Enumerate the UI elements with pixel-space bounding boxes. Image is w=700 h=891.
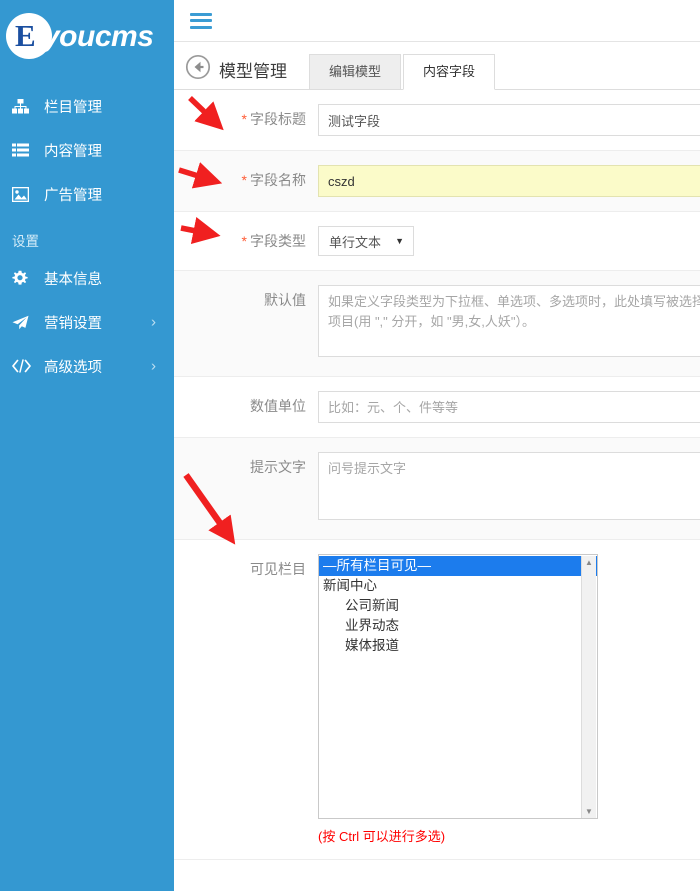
logo-letter: E bbox=[15, 18, 36, 53]
label-unit: 数值单位 bbox=[174, 391, 318, 418]
field-form: *字段标题 *字段名称 *字段类型 bbox=[174, 90, 700, 891]
send-icon bbox=[12, 315, 38, 330]
sidebar: E youcms 栏目管理 内容管理 广告管理 设置 基本信息 营销设置 › 高… bbox=[0, 0, 174, 891]
form-row-unit: 数值单位 bbox=[174, 377, 700, 438]
field-type-select[interactable]: 单行文本 ▼ bbox=[318, 226, 414, 256]
field-wrap bbox=[318, 165, 700, 197]
scroll-up-icon[interactable]: ▲ bbox=[585, 556, 593, 570]
sidebar-item-basic-info[interactable]: 基本信息 bbox=[0, 256, 174, 300]
field-wrap bbox=[318, 285, 700, 362]
required-asterisk: * bbox=[241, 172, 247, 188]
chevron-down-icon: ▼ bbox=[395, 236, 404, 246]
label-text: 字段类型 bbox=[250, 233, 306, 249]
required-asterisk: * bbox=[241, 111, 247, 127]
sidebar-item-label: 内容管理 bbox=[44, 143, 102, 160]
topbar bbox=[174, 0, 700, 42]
list-item[interactable]: 业界动态 bbox=[319, 616, 597, 636]
field-name-input[interactable] bbox=[318, 165, 700, 197]
tabs: 编辑模型 内容字段 bbox=[309, 54, 496, 90]
tip-text-textarea[interactable] bbox=[318, 452, 700, 520]
form-row-default-value: 默认值 bbox=[174, 271, 700, 377]
sidebar-item-advanced[interactable]: 高级选项 › bbox=[0, 344, 174, 388]
form-row-tip-text: 提示文字 bbox=[174, 438, 700, 540]
chevron-right-icon: › bbox=[151, 313, 156, 331]
form-row-field-name: * 字段名称 bbox=[174, 151, 700, 212]
visible-columns-listbox[interactable]: —所有栏目可见— 新闻中心 公司新闻 业界动态 媒体报道 ▲ ▼ bbox=[318, 554, 598, 819]
sidebar-item-label: 栏目管理 bbox=[44, 99, 102, 116]
tab-content-fields[interactable]: 内容字段 bbox=[403, 54, 496, 90]
sidebar-item-label: 高级选项 bbox=[44, 359, 102, 376]
code-icon bbox=[12, 359, 38, 373]
label-text: 默认值 bbox=[264, 292, 306, 308]
scroll-down-icon[interactable]: ▼ bbox=[585, 805, 593, 818]
sidebar-item-label: 广告管理 bbox=[44, 187, 102, 204]
field-type-selected-value: 单行文本 bbox=[329, 234, 382, 250]
unit-input[interactable] bbox=[318, 391, 700, 423]
label-field-title: * 字段标题 bbox=[174, 104, 318, 131]
sidebar-item-label: 营销设置 bbox=[44, 315, 102, 332]
label-visible-columns: 可见栏目 bbox=[174, 554, 318, 581]
list-item[interactable]: 媒体报道 bbox=[319, 636, 597, 656]
field-wrap bbox=[318, 104, 700, 136]
sidebar-group-title-settings: 设置 bbox=[12, 234, 39, 249]
gear-icon bbox=[12, 270, 38, 286]
label-tip-text: 提示文字 bbox=[174, 452, 318, 479]
form-row-field-title: * 字段标题 bbox=[174, 90, 700, 151]
chevron-right-icon: › bbox=[151, 357, 156, 375]
back-circle-icon[interactable] bbox=[185, 54, 211, 80]
brand-logo-area[interactable]: E youcms bbox=[0, 0, 174, 72]
field-wrap bbox=[318, 391, 700, 423]
field-wrap: 单行文本 ▼ bbox=[318, 226, 700, 256]
default-value-textarea[interactable] bbox=[318, 285, 700, 357]
multiselect-hint: (按 Ctrl 可以进行多选) bbox=[318, 829, 446, 844]
main-content: 模型管理 编辑模型 内容字段 *字段标题 *字段名称 bbox=[174, 0, 700, 891]
label-text: 数值单位 bbox=[250, 398, 306, 414]
label-text: 提示文字 bbox=[250, 459, 306, 475]
label-default-value: 默认值 bbox=[174, 285, 318, 312]
logo-wordmark: youcms bbox=[43, 20, 154, 53]
label-text: 字段名称 bbox=[250, 172, 306, 188]
required-asterisk: * bbox=[241, 233, 247, 249]
sidebar-item-ads[interactable]: 广告管理 bbox=[0, 172, 174, 216]
list-item[interactable]: 公司新闻 bbox=[319, 596, 597, 616]
visible-columns-wrap: —所有栏目可见— 新闻中心 公司新闻 业界动态 媒体报道 ▲ ▼ (按 Ctrl… bbox=[318, 554, 598, 845]
page-header: 模型管理 编辑模型 内容字段 bbox=[174, 42, 700, 90]
label-text: 字段标题 bbox=[250, 111, 306, 127]
eyoucms-logo-icon: E bbox=[6, 13, 52, 59]
field-wrap: —所有栏目可见— 新闻中心 公司新闻 业界动态 媒体报道 ▲ ▼ (按 Ctrl… bbox=[318, 554, 700, 845]
image-icon bbox=[12, 186, 38, 202]
hamburger-icon[interactable] bbox=[190, 12, 212, 29]
form-row-field-type: * 字段类型 单行文本 ▼ bbox=[174, 212, 700, 271]
listbox-scrollbar[interactable]: ▲ ▼ bbox=[581, 556, 596, 818]
submit-row: 确认提交 bbox=[174, 860, 700, 891]
list-item[interactable]: 新闻中心 bbox=[319, 576, 597, 596]
page-title: 模型管理 bbox=[219, 62, 287, 81]
form-row-visible-columns: 可见栏目 —所有栏目可见— 新闻中心 公司新闻 业界动态 媒体报道 ▲ ▼ (按… bbox=[174, 540, 700, 860]
field-title-input[interactable] bbox=[318, 104, 700, 136]
tab-edit-model[interactable]: 编辑模型 bbox=[309, 54, 402, 90]
label-text: 可见栏目 bbox=[250, 561, 306, 577]
sidebar-item-columns[interactable]: 栏目管理 bbox=[0, 84, 174, 128]
sitemap-icon bbox=[12, 98, 38, 114]
label-field-name: * 字段名称 bbox=[174, 165, 318, 192]
list-item[interactable]: —所有栏目可见— bbox=[319, 556, 597, 576]
sidebar-item-label: 基本信息 bbox=[44, 271, 102, 288]
label-field-type: * 字段类型 bbox=[174, 226, 318, 253]
sidebar-item-content[interactable]: 内容管理 bbox=[0, 128, 174, 172]
field-wrap bbox=[318, 452, 700, 525]
app-root: E youcms 栏目管理 内容管理 广告管理 设置 基本信息 营销设置 › 高… bbox=[0, 0, 700, 891]
list-icon bbox=[12, 143, 38, 158]
sidebar-item-marketing[interactable]: 营销设置 › bbox=[0, 300, 174, 344]
